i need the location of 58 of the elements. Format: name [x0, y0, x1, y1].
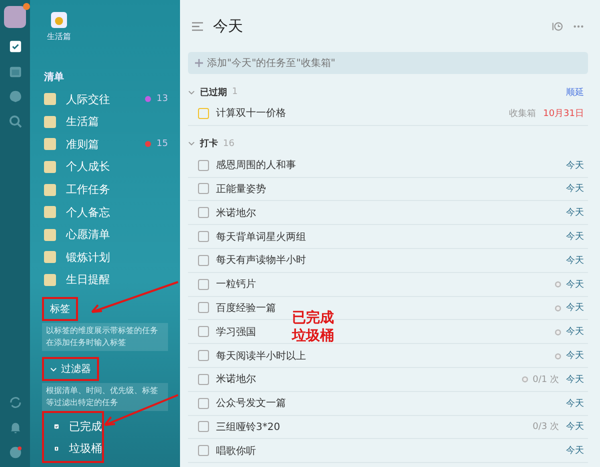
- group-count: 16: [223, 138, 234, 149]
- section-toggle[interactable]: 过滤器: [42, 357, 99, 382]
- task-title: 每天阅读半小时以上: [216, 350, 306, 363]
- list-item[interactable]: 个人成长: [42, 156, 180, 178]
- section-description: 根据清单、时间、优先级、标签等过滤出特定的任务: [42, 383, 168, 412]
- list-item[interactable]: 生活篇: [42, 110, 180, 134]
- list-item[interactable]: 个人备忘: [42, 200, 180, 224]
- group-title: 打卡: [200, 137, 218, 150]
- checkin-count: 0/1 次: [532, 374, 559, 386]
- task-date: 今天: [566, 350, 584, 362]
- task-date: 今天: [566, 206, 584, 220]
- section-header: 清单: [44, 70, 65, 84]
- list-item[interactable]: 心愿清单: [42, 223, 180, 246]
- task-title: 米诺地尔: [216, 372, 256, 386]
- list-item[interactable]: 锻炼计划: [42, 246, 180, 268]
- task-title: 正能量姿势: [216, 182, 266, 196]
- task-title: 公众号发文一篇: [216, 396, 286, 410]
- group-count: 1: [232, 87, 238, 97]
- task-date: 今天: [566, 398, 584, 410]
- task-date: 今天: [566, 420, 584, 434]
- list-item[interactable]: 准则篇 15: [42, 133, 180, 156]
- task-date: 今天: [566, 444, 584, 458]
- list-item[interactable]: 垃圾桶: [44, 437, 102, 460]
- add-task-field[interactable]: 添加"今天"的任务至"收集箱": [188, 52, 588, 74]
- task-title: 每天背单词星火两组: [216, 230, 306, 244]
- annotation-text: 已完成 垃圾桶: [292, 309, 334, 345]
- list-item[interactable]: 已完成: [44, 415, 102, 438]
- task-date: 10月31日: [543, 108, 584, 120]
- task-title: 三组哑铃3*20: [216, 420, 280, 434]
- pinned-list[interactable]: 生活篇: [42, 0, 76, 42]
- task-date: 今天: [566, 254, 584, 267]
- task-title: 唱歌你听: [216, 444, 256, 458]
- task-title: 感恩周围的人和事: [216, 158, 296, 172]
- group-title: 已过期: [200, 86, 227, 98]
- task-title: 每天有声读物半小时: [216, 254, 306, 268]
- postpone-link[interactable]: 顺延: [566, 86, 588, 98]
- task-date: 今天: [566, 278, 584, 291]
- list-item[interactable]: 生日提醒: [42, 268, 180, 292]
- list-item[interactable]: 工作任务: [42, 178, 180, 201]
- task-count: 13: [156, 94, 168, 104]
- task-date: 今天: [566, 182, 584, 196]
- checkin-count: 0/3 次: [532, 420, 559, 434]
- task-title: 一粒钙片: [216, 278, 256, 292]
- task-title: 计算双十一价格: [216, 106, 286, 120]
- task-date: 今天: [566, 160, 584, 172]
- page-title: 今天: [213, 16, 243, 36]
- section-description: 以标签的维度展示带标签的任务在添加任务时输入标签: [42, 323, 168, 352]
- task-title: 学习强国: [216, 326, 256, 339]
- task-date: 今天: [566, 326, 584, 338]
- task-date: 今天: [566, 230, 584, 244]
- section-toggle[interactable]: 标签: [42, 297, 78, 322]
- task-date: 今天: [566, 374, 584, 386]
- task-date: 今天: [566, 302, 584, 314]
- task-list-name: 收集箱: [509, 108, 536, 120]
- task-title: 百度经验一篇: [216, 302, 276, 315]
- list-item[interactable]: 人际交往 13: [42, 88, 180, 111]
- task-title: 米诺地尔: [216, 206, 256, 220]
- task-count: 15: [156, 139, 168, 150]
